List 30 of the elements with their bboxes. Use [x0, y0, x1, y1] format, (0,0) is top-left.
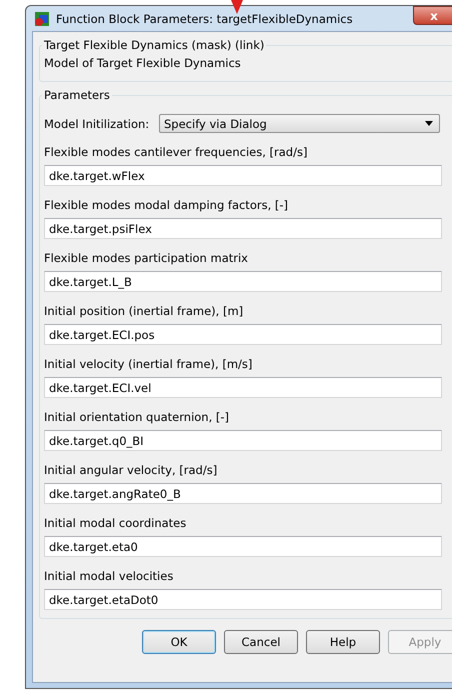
dialog-button[interactable]: Help — [306, 630, 380, 654]
field-label: Flexible modes modal damping factors, [-] — [44, 198, 290, 212]
field-label: Initial velocity (inertial frame), [m/s] — [44, 357, 254, 371]
description-text: Model of Target Flexible Dynamics — [44, 55, 242, 70]
field-label: Flexible modes participation matrix — [44, 251, 249, 265]
input-field[interactable]: dke.target.psiFlex — [44, 218, 442, 239]
field-label: Initial angular velocity, [rad/s] — [44, 463, 218, 477]
caret-icon — [425, 121, 433, 126]
field-label: Flexible modes cantilever frequencies, [rad/s] — [44, 145, 308, 159]
input-field[interactable]: dke.target.ECI.vel — [44, 377, 442, 398]
input-field[interactable]: dke.target.angRate0_B — [44, 483, 442, 504]
input-field[interactable]: dke.target.ECI.pos — [44, 324, 442, 345]
group-title: Parameters — [43, 88, 111, 102]
dialog-button[interactable]: OK — [142, 630, 216, 654]
window-title: Function Block Parameters: targetFlexibleDynamics — [56, 12, 353, 26]
model-initialization-dropdown[interactable]: Specify via Dialog — [159, 114, 440, 133]
field-label: Initial position (inertial frame), [m] — [44, 304, 244, 318]
group-title: Target Flexible Dynamics (mask) (link) — [43, 38, 266, 52]
input-field[interactable]: dke.target.L_B — [44, 271, 442, 292]
field-label: Initial orientation quaternion, [-] — [44, 410, 230, 424]
input-field[interactable]: dke.target.wFlex — [44, 165, 442, 186]
field-label: Initial modal velocities — [44, 569, 174, 583]
dialog-button[interactable]: Cancel — [224, 630, 298, 654]
input-field[interactable]: dke.target.etaDot0 — [44, 589, 442, 610]
input-field[interactable]: dke.target.q0_BI — [44, 430, 442, 451]
input-field[interactable]: dke.target.eta0 — [44, 536, 442, 557]
pointer-icon — [231, 0, 243, 14]
block-diagram-icon — [34, 10, 50, 26]
dropdown-label: Model Initilization: — [44, 116, 150, 130]
field-label: Initial modal coordinates — [44, 516, 188, 530]
